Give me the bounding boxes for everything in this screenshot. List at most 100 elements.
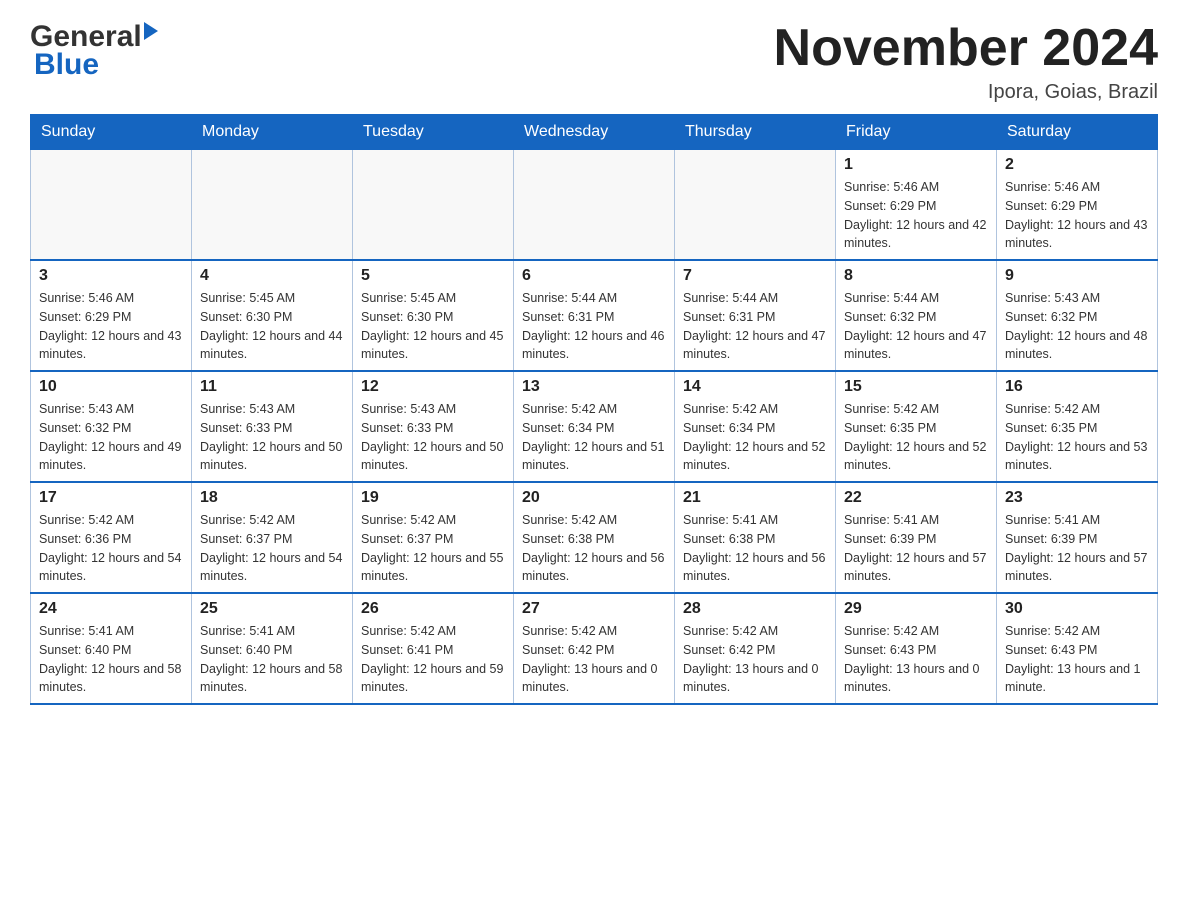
week-row-5: 24Sunrise: 5:41 AM Sunset: 6:40 PM Dayli… xyxy=(31,593,1158,704)
cell-week4-day1: 18 Sunrise: 5:42 AM Sunset: 6:37 PM Dayli… xyxy=(192,482,353,593)
day-info: Sunrise: 5:44 AM Sunset: 6:32 PM Dayligh… xyxy=(844,289,988,364)
cell-week4-day2: 19 Sunrise: 5:42 AM Sunset: 6:37 PM Dayli… xyxy=(353,482,514,593)
cell-week2-day6: 9 Sunrise: 5:43 AM Sunset: 6:32 PM Daylig… xyxy=(997,260,1158,371)
day-info: Sunrise: 5:43 AM Sunset: 6:32 PM Dayligh… xyxy=(1005,289,1149,364)
logo: General Blue xyxy=(30,20,158,82)
day-info: Sunrise: 5:42 AM Sunset: 6:43 PM Dayligh… xyxy=(1005,622,1149,697)
day-info: Sunrise: 5:42 AM Sunset: 6:35 PM Dayligh… xyxy=(1005,400,1149,475)
cell-week1-day0 xyxy=(31,150,192,261)
cell-week5-day2: 26 Sunrise: 5:42 AM Sunset: 6:41 PM Dayli… xyxy=(353,593,514,704)
day-number: 25 xyxy=(200,600,344,618)
cell-week4-day4: 21Sunrise: 5:41 AM Sunset: 6:38 PM Dayli… xyxy=(675,482,836,593)
day-info: Sunrise: 5:42 AM Sunset: 6:36 PM Dayligh… xyxy=(39,511,183,586)
calendar-subtitle: Ipora, Goias, Brazil xyxy=(774,81,1158,104)
cell-week1-day5: 1 Sunrise: 5:46 AM Sunset: 6:29 PM Daylig… xyxy=(836,150,997,261)
day-number: 4 xyxy=(200,267,344,285)
day-number: 12 xyxy=(361,378,505,396)
day-info: Sunrise: 5:43 AM Sunset: 6:32 PM Dayligh… xyxy=(39,400,183,475)
day-info: Sunrise: 5:42 AM Sunset: 6:35 PM Dayligh… xyxy=(844,400,988,475)
cell-week3-day6: 16 Sunrise: 5:42 AM Sunset: 6:35 PM Dayli… xyxy=(997,371,1158,482)
title-area: November 2024 Ipora, Goias, Brazil xyxy=(774,20,1158,104)
cell-week1-day4 xyxy=(675,150,836,261)
day-number: 21 xyxy=(683,489,827,507)
cell-week4-day3: 20 Sunrise: 5:42 AM Sunset: 6:38 PM Dayli… xyxy=(514,482,675,593)
cell-week3-day4: 14Sunrise: 5:42 AM Sunset: 6:34 PM Dayli… xyxy=(675,371,836,482)
day-info: Sunrise: 5:43 AM Sunset: 6:33 PM Dayligh… xyxy=(361,400,505,475)
day-number: 22 xyxy=(844,489,988,507)
day-number: 28 xyxy=(683,600,827,618)
logo-arrow-icon xyxy=(144,22,158,40)
day-number: 1 xyxy=(844,156,988,174)
header-day-friday: Friday xyxy=(836,115,997,150)
week-row-3: 10 Sunrise: 5:43 AM Sunset: 6:32 PM Dayli… xyxy=(31,371,1158,482)
day-info: Sunrise: 5:42 AM Sunset: 6:34 PM Dayligh… xyxy=(522,400,666,475)
logo-blue-text: Blue xyxy=(30,48,158,82)
day-info: Sunrise: 5:41 AM Sunset: 6:40 PM Dayligh… xyxy=(200,622,344,697)
day-number: 26 xyxy=(361,600,505,618)
cell-week2-day4: 7Sunrise: 5:44 AM Sunset: 6:31 PM Daylig… xyxy=(675,260,836,371)
cell-week2-day5: 8 Sunrise: 5:44 AM Sunset: 6:32 PM Daylig… xyxy=(836,260,997,371)
day-info: Sunrise: 5:42 AM Sunset: 6:43 PM Dayligh… xyxy=(844,622,988,697)
cell-week5-day4: 28Sunrise: 5:42 AM Sunset: 6:42 PM Dayli… xyxy=(675,593,836,704)
day-number: 2 xyxy=(1005,156,1149,174)
cell-week1-day6: 2 Sunrise: 5:46 AM Sunset: 6:29 PM Daylig… xyxy=(997,150,1158,261)
cell-week1-day3 xyxy=(514,150,675,261)
day-info: Sunrise: 5:46 AM Sunset: 6:29 PM Dayligh… xyxy=(1005,178,1149,253)
header-row: SundayMondayTuesdayWednesdayThursdayFrid… xyxy=(31,115,1158,150)
cell-week5-day1: 25 Sunrise: 5:41 AM Sunset: 6:40 PM Dayli… xyxy=(192,593,353,704)
header-day-wednesday: Wednesday xyxy=(514,115,675,150)
day-number: 16 xyxy=(1005,378,1149,396)
day-info: Sunrise: 5:42 AM Sunset: 6:34 PM Dayligh… xyxy=(683,400,827,475)
cell-week4-day6: 23 Sunrise: 5:41 AM Sunset: 6:39 PM Dayli… xyxy=(997,482,1158,593)
day-info: Sunrise: 5:42 AM Sunset: 6:37 PM Dayligh… xyxy=(200,511,344,586)
day-info: Sunrise: 5:42 AM Sunset: 6:41 PM Dayligh… xyxy=(361,622,505,697)
day-info: Sunrise: 5:44 AM Sunset: 6:31 PM Dayligh… xyxy=(522,289,666,364)
day-info: Sunrise: 5:42 AM Sunset: 6:38 PM Dayligh… xyxy=(522,511,666,586)
cell-week3-day2: 12 Sunrise: 5:43 AM Sunset: 6:33 PM Dayli… xyxy=(353,371,514,482)
day-number: 19 xyxy=(361,489,505,507)
cell-week3-day5: 15 Sunrise: 5:42 AM Sunset: 6:35 PM Dayli… xyxy=(836,371,997,482)
day-info: Sunrise: 5:46 AM Sunset: 6:29 PM Dayligh… xyxy=(39,289,183,364)
header-day-saturday: Saturday xyxy=(997,115,1158,150)
day-info: Sunrise: 5:41 AM Sunset: 6:39 PM Dayligh… xyxy=(844,511,988,586)
day-number: 29 xyxy=(844,600,988,618)
day-number: 30 xyxy=(1005,600,1149,618)
day-info: Sunrise: 5:46 AM Sunset: 6:29 PM Dayligh… xyxy=(844,178,988,253)
cell-week3-day0: 10 Sunrise: 5:43 AM Sunset: 6:32 PM Dayli… xyxy=(31,371,192,482)
cell-week4-day0: 17 Sunrise: 5:42 AM Sunset: 6:36 PM Dayli… xyxy=(31,482,192,593)
cell-week5-day5: 29 Sunrise: 5:42 AM Sunset: 6:43 PM Dayli… xyxy=(836,593,997,704)
cell-week2-day2: 5Sunrise: 5:45 AM Sunset: 6:30 PM Daylig… xyxy=(353,260,514,371)
week-row-1: 1 Sunrise: 5:46 AM Sunset: 6:29 PM Daylig… xyxy=(31,150,1158,261)
calendar-title: November 2024 xyxy=(774,20,1158,77)
day-number: 7 xyxy=(683,267,827,285)
day-number: 11 xyxy=(200,378,344,396)
cell-week3-day1: 11 Sunrise: 5:43 AM Sunset: 6:33 PM Dayli… xyxy=(192,371,353,482)
day-number: 9 xyxy=(1005,267,1149,285)
day-info: Sunrise: 5:45 AM Sunset: 6:30 PM Dayligh… xyxy=(200,289,344,364)
day-number: 10 xyxy=(39,378,183,396)
day-number: 17 xyxy=(39,489,183,507)
day-info: Sunrise: 5:41 AM Sunset: 6:39 PM Dayligh… xyxy=(1005,511,1149,586)
day-info: Sunrise: 5:42 AM Sunset: 6:42 PM Dayligh… xyxy=(522,622,666,697)
day-number: 15 xyxy=(844,378,988,396)
header-day-thursday: Thursday xyxy=(675,115,836,150)
header-day-tuesday: Tuesday xyxy=(353,115,514,150)
cell-week1-day2 xyxy=(353,150,514,261)
day-info: Sunrise: 5:43 AM Sunset: 6:33 PM Dayligh… xyxy=(200,400,344,475)
day-number: 8 xyxy=(844,267,988,285)
day-info: Sunrise: 5:42 AM Sunset: 6:37 PM Dayligh… xyxy=(361,511,505,586)
calendar-table: SundayMondayTuesdayWednesdayThursdayFrid… xyxy=(30,114,1158,705)
day-number: 23 xyxy=(1005,489,1149,507)
day-number: 6 xyxy=(522,267,666,285)
day-info: Sunrise: 5:41 AM Sunset: 6:40 PM Dayligh… xyxy=(39,622,183,697)
day-number: 20 xyxy=(522,489,666,507)
day-number: 3 xyxy=(39,267,183,285)
week-row-4: 17 Sunrise: 5:42 AM Sunset: 6:36 PM Dayli… xyxy=(31,482,1158,593)
header: General Blue November 2024 Ipora, Goias,… xyxy=(30,20,1158,104)
cell-week2-day0: 3 Sunrise: 5:46 AM Sunset: 6:29 PM Daylig… xyxy=(31,260,192,371)
cell-week2-day1: 4 Sunrise: 5:45 AM Sunset: 6:30 PM Daylig… xyxy=(192,260,353,371)
cell-week1-day1 xyxy=(192,150,353,261)
header-day-sunday: Sunday xyxy=(31,115,192,150)
day-number: 18 xyxy=(200,489,344,507)
cell-week5-day6: 30 Sunrise: 5:42 AM Sunset: 6:43 PM Dayli… xyxy=(997,593,1158,704)
